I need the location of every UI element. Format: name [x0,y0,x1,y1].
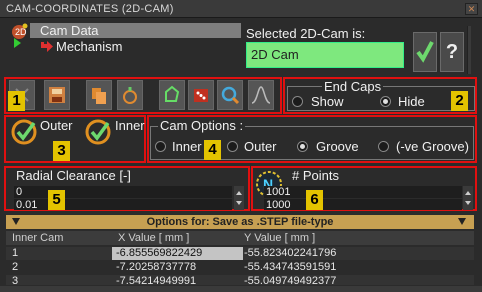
radial-clearance-label: Radial Clearance [-] [16,168,131,183]
table-cell[interactable]: 3 [12,275,18,285]
radio-outer[interactable] [227,141,238,152]
table-row[interactable] [6,275,474,285]
radial-clearance-field-1[interactable]: 0 [14,186,232,198]
radio-hide[interactable] [380,96,391,107]
label-neg-groove: (-ve Groove) [396,139,469,154]
points-label: # Points [292,168,339,183]
tree-item-cam-data[interactable]: Cam Data [40,23,99,38]
cam-icon[interactable] [117,80,143,110]
radio-groove[interactable] [297,141,308,152]
radial-clearance-field-2[interactable]: 0.01 [14,199,232,211]
label-inner: Inner [172,139,202,154]
save-icon[interactable] [44,80,70,110]
callout-6: 6 [306,190,323,210]
svg-text:2D: 2D [15,27,27,37]
selected-cam-label: Selected 2D-Cam is: [246,26,366,41]
label-groove: Groove [316,139,359,154]
table-cell-selected[interactable]: -6.855569822429 [116,247,202,260]
callout-3: 3 [53,141,70,161]
col-header-x[interactable]: X Value [ mm ] [118,232,189,245]
col-header-inner-cam[interactable]: Inner Cam [12,232,63,245]
table-cell[interactable]: -55.434743591591 [244,261,336,274]
check-icon [416,41,434,63]
chevron-down-icon[interactable] [12,218,20,225]
table-cell[interactable]: 1 [12,247,18,260]
table-cell[interactable]: -55.049749492377 [244,275,336,285]
table-cell[interactable]: -7.54214949991 [116,275,196,285]
outer-label: Outer [40,118,73,133]
curve-icon[interactable] [248,80,274,110]
options-bar[interactable]: Options for: Save as .STEP file-type [6,215,474,229]
chevron-down-icon-right[interactable] [458,218,466,225]
callout-4: 4 [204,140,221,160]
radial-clearance-spinner[interactable] [234,186,244,210]
table-cell[interactable]: -55.823402241796 [244,247,336,260]
table-header [6,231,474,245]
window-close-button[interactable]: ✕ [465,3,478,15]
callout-1: 1 [8,91,25,111]
window-title: CAM-COORDINATES (2D-CAM) [0,0,482,18]
cam-options-title: Cam Options : [158,118,246,133]
zoom-icon[interactable] [217,80,243,110]
table-cell[interactable]: -7.20258737778 [116,261,196,274]
callout-5: 5 [48,190,65,210]
divider [467,26,471,74]
selected-cam-value: 2D Cam [246,42,404,68]
points-spinner[interactable] [463,186,473,210]
col-header-y[interactable]: Y Value [ mm ] [244,232,315,245]
label-hide: Hide [398,94,425,109]
table-cell[interactable]: 2 [12,261,18,274]
bottom-border [0,286,482,292]
end-caps-title: End Caps [322,79,384,94]
label-outer: Outer [244,139,277,154]
inner-label: Inner [115,118,145,133]
label-show: Show [311,94,344,109]
table-row[interactable] [6,261,474,274]
radio-inner[interactable] [155,141,166,152]
outer-check-icon[interactable] [10,117,40,145]
inner-check-icon[interactable] [84,117,114,145]
profile-icon[interactable] [159,80,185,110]
dice-icon[interactable] [188,80,214,110]
points-field-2[interactable]: 1000 [264,199,462,211]
radio-neg-groove[interactable] [378,141,389,152]
radio-show[interactable] [292,96,303,107]
arrow-right-icon [40,40,54,52]
expand-arrow-icon[interactable] [14,38,21,48]
tree-item-mechanism[interactable]: Mechanism [56,39,122,54]
ok-button[interactable] [413,32,437,72]
help-button[interactable]: ? [440,32,464,72]
callout-2: 2 [451,91,468,111]
copy-icon[interactable] [86,80,112,110]
points-field-1[interactable]: 1001 [264,186,462,198]
